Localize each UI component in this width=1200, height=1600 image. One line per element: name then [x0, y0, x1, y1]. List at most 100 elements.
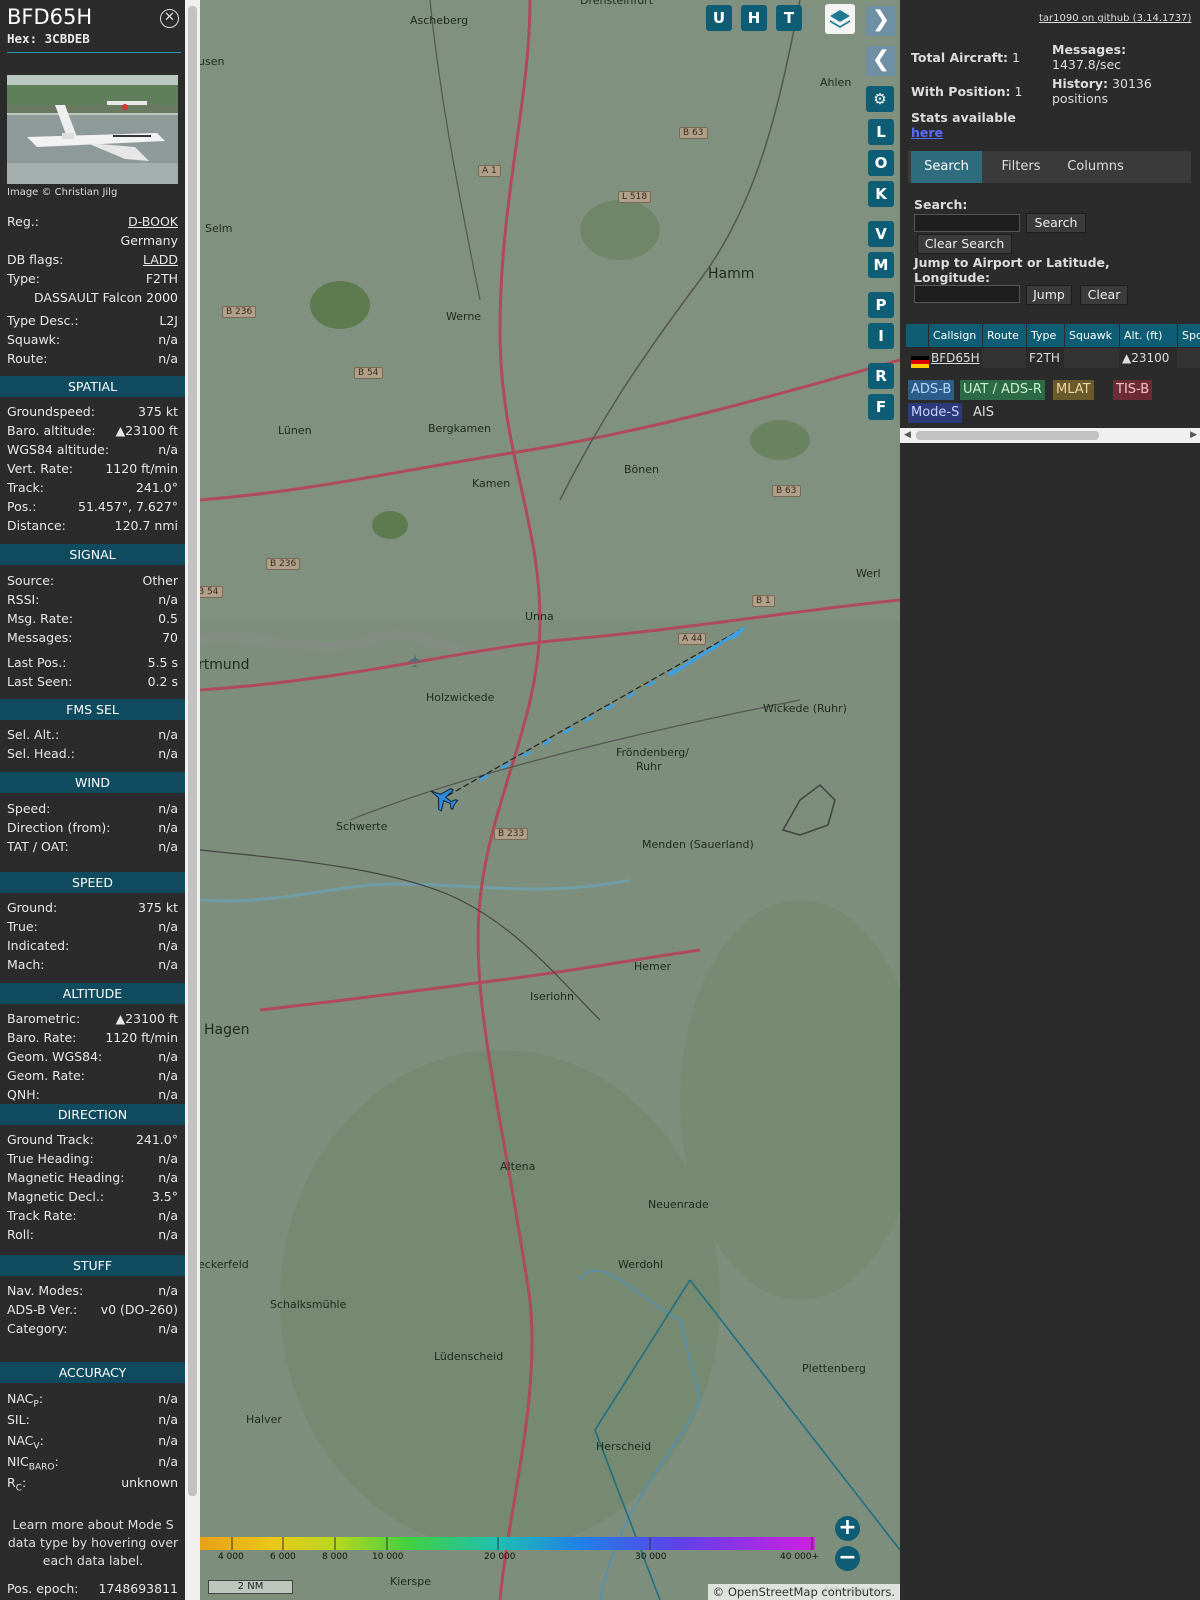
map-attribution[interactable]: © OpenStreetMap contributors. — [707, 1584, 900, 1600]
row-callsign[interactable]: BFD65H — [928, 348, 982, 368]
jump-button[interactable]: Jump — [1026, 285, 1072, 305]
altitude-label[interactable]: Geom. WGS84: — [7, 1049, 102, 1067]
map-button-k[interactable]: K — [868, 181, 894, 207]
fms-label[interactable]: Sel. Head.: — [7, 746, 75, 764]
signal-label[interactable]: Source: — [7, 573, 54, 591]
column-type[interactable]: Type — [1026, 324, 1064, 347]
db-flags-link[interactable]: LADD — [143, 252, 178, 270]
column-speed[interactable]: Spd — [1177, 324, 1200, 347]
scroll-left-icon[interactable]: ◀ — [904, 428, 911, 443]
direction-label[interactable]: Track Rate: — [7, 1208, 77, 1226]
tab-filters[interactable]: Filters — [988, 151, 1054, 183]
clear-search-button[interactable]: Clear Search — [917, 234, 1012, 254]
tab-search[interactable]: Search — [911, 151, 982, 183]
spatial-label[interactable]: Pos.: — [7, 499, 36, 517]
map-button-m[interactable]: M — [868, 252, 894, 278]
map-button-l[interactable]: L — [868, 119, 894, 145]
stuff-label[interactable]: Nav. Modes: — [7, 1283, 83, 1301]
hex-line: Hex: 3CBDEB — [7, 31, 90, 46]
jump-input[interactable] — [914, 285, 1020, 303]
info-scrollbar[interactable] — [185, 0, 200, 1600]
stuff-label[interactable]: ADS-B Ver.: — [7, 1302, 77, 1320]
spatial-label[interactable]: Vert. Rate: — [7, 461, 73, 479]
flag-column-header[interactable] — [906, 324, 928, 347]
search-input[interactable] — [914, 214, 1020, 232]
accuracy-label[interactable]: SIL: — [7, 1412, 30, 1430]
stats-link[interactable]: here — [911, 125, 943, 140]
scroll-right-icon[interactable]: ▶ — [1190, 428, 1197, 443]
close-icon[interactable]: ✕ — [160, 9, 179, 28]
source-chip-tis-b[interactable]: TIS-B — [1113, 380, 1153, 400]
map-view[interactable]: Ascheberg Drensteinfurt Ahlen Selm Hamm Werne… — [200, 0, 900, 1600]
signal-label[interactable]: Last Pos.: — [7, 655, 66, 673]
registration-link[interactable]: D-BOOK — [128, 214, 178, 232]
map-button-h[interactable]: H — [741, 5, 767, 31]
stuff-label[interactable]: Category: — [7, 1321, 67, 1339]
source-chip-ais[interactable]: AIS — [970, 403, 997, 423]
zoom-out-button[interactable]: − — [835, 1546, 860, 1571]
speed-label[interactable]: Indicated: — [7, 938, 69, 956]
altitude-label[interactable]: Geom. Rate: — [7, 1068, 85, 1086]
wind-label[interactable]: TAT / OAT: — [7, 839, 69, 857]
aircraft-photo[interactable] — [7, 75, 178, 184]
spatial-value: ▲23100 ft — [115, 423, 178, 438]
clear-button[interactable]: Clear — [1080, 285, 1128, 305]
layers-icon[interactable] — [825, 4, 855, 34]
direction-label[interactable]: Magnetic Heading: — [7, 1170, 124, 1188]
speed-label[interactable]: Ground: — [7, 900, 57, 918]
map-button-t[interactable]: T — [776, 5, 802, 31]
signal-label[interactable]: Messages: — [7, 630, 73, 648]
accuracy-label[interactable]: NICBARO: — [7, 1454, 59, 1473]
column-route[interactable]: Route — [982, 324, 1026, 347]
speed-label[interactable]: Mach: — [7, 957, 44, 975]
github-link[interactable]: tar1090 on github (3.14.1737) — [1039, 13, 1191, 24]
column-squawk[interactable]: Squawk — [1064, 324, 1119, 347]
spatial-label[interactable]: Track: — [7, 480, 44, 498]
column-altitude[interactable]: Alt. (ft) — [1119, 324, 1177, 347]
settings-gear-icon[interactable]: ⚙ — [866, 86, 894, 112]
altitude-label[interactable]: Barometric: — [7, 1011, 80, 1029]
direction-label[interactable]: Magnetic Decl.: — [7, 1189, 104, 1207]
altitude-label[interactable]: Baro. Rate: — [7, 1030, 76, 1048]
spatial-label[interactable]: Groundspeed: — [7, 404, 95, 422]
accuracy-label[interactable]: NACP: — [7, 1391, 43, 1410]
expand-right-icon[interactable]: ❯ — [866, 6, 896, 36]
map-button-i[interactable]: I — [868, 323, 894, 349]
direction-label[interactable]: True Heading: — [7, 1151, 94, 1169]
accuracy-label[interactable]: NACV: — [7, 1433, 44, 1452]
source-chip-ads-b[interactable]: ADS-B — [908, 380, 955, 400]
map-button-f[interactable]: F — [868, 394, 894, 420]
tab-columns[interactable]: Columns — [1058, 151, 1133, 183]
wind-label[interactable]: Speed: — [7, 801, 50, 819]
spatial-label[interactable]: Baro. altitude: — [7, 423, 96, 441]
spatial-label[interactable]: Distance: — [7, 518, 66, 536]
direction-label[interactable]: Ground Track: — [7, 1132, 94, 1150]
map-button-u[interactable]: U — [706, 5, 732, 31]
source-chip-mode-s[interactable]: Mode-S — [908, 403, 963, 423]
signal-label[interactable]: Msg. Rate: — [7, 611, 73, 629]
hscroll-thumb[interactable] — [916, 431, 1099, 440]
map-button-v[interactable]: V — [868, 221, 894, 247]
history-value: 30136 — [1112, 76, 1152, 91]
table-horizontal-scrollbar[interactable]: ◀ ▶ — [900, 428, 1200, 443]
scrollbar-thumb[interactable] — [188, 6, 197, 1496]
zoom-in-button[interactable]: + — [835, 1516, 860, 1541]
signal-label[interactable]: RSSI: — [7, 592, 39, 610]
altitude-label[interactable]: QNH: — [7, 1087, 40, 1105]
spatial-label[interactable]: WGS84 altitude: — [7, 442, 109, 460]
map-button-r[interactable]: R — [868, 363, 894, 389]
source-chip-uat-ads-r[interactable]: UAT / ADS-R — [960, 380, 1045, 400]
altitude-value: ▲23100 ft — [115, 1011, 178, 1026]
fms-label[interactable]: Sel. Alt.: — [7, 727, 59, 745]
map-button-o[interactable]: O — [868, 150, 894, 176]
direction-label[interactable]: Roll: — [7, 1227, 34, 1245]
accuracy-label[interactable]: RC: — [7, 1475, 26, 1494]
search-button[interactable]: Search — [1026, 213, 1086, 233]
map-button-p[interactable]: P — [868, 292, 894, 318]
speed-label[interactable]: True: — [7, 919, 38, 937]
signal-label[interactable]: Last Seen: — [7, 674, 72, 692]
column-callsign[interactable]: Callsign — [928, 324, 982, 347]
source-chip-mlat[interactable]: MLAT — [1053, 380, 1094, 400]
wind-label[interactable]: Direction (from): — [7, 820, 111, 838]
collapse-left-icon[interactable]: ❮ — [866, 46, 896, 76]
